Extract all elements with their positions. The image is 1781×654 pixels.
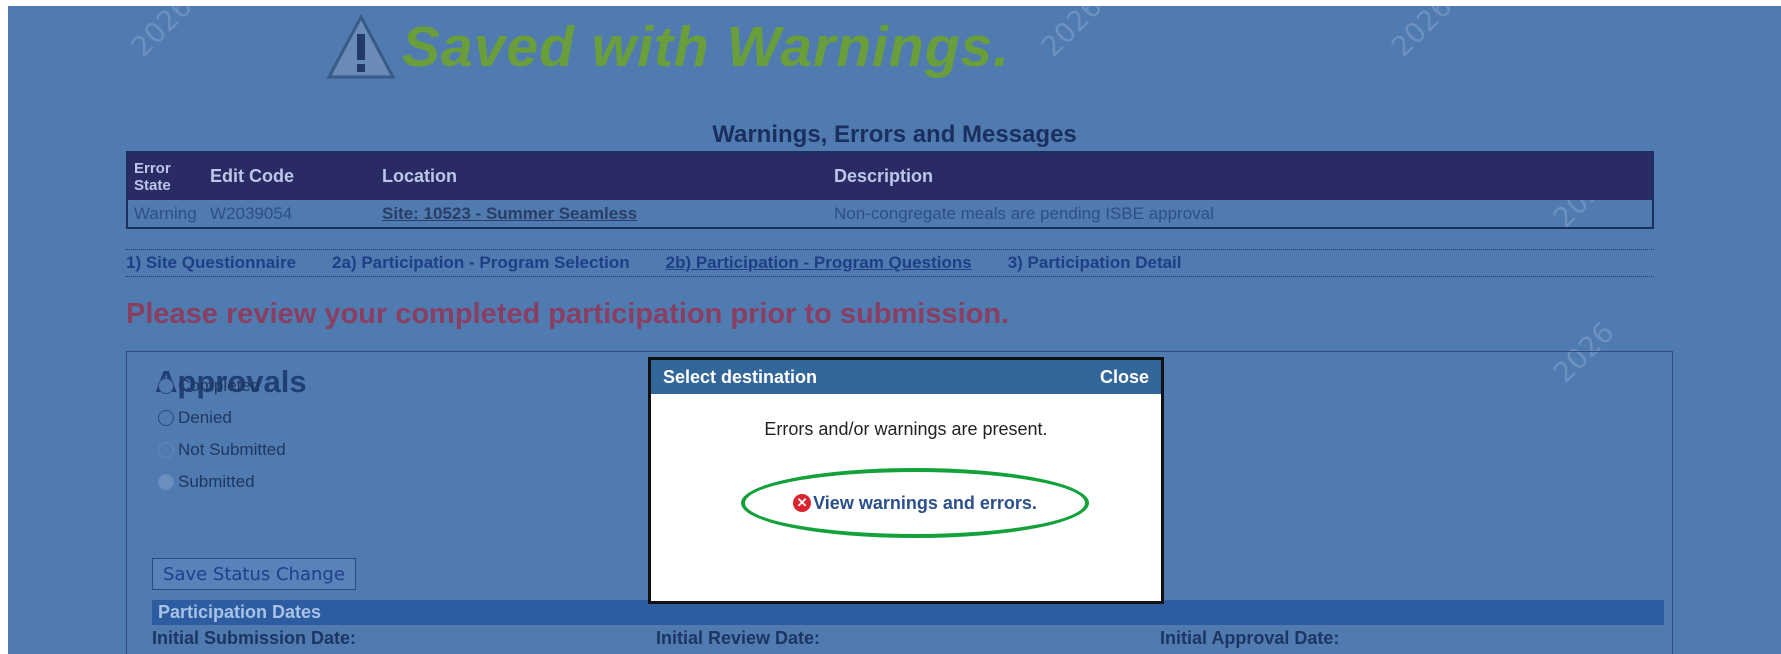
dialog-message: Errors and/or warnings are present. xyxy=(764,419,1048,439)
cell-description: Non-congregate meals are pending ISBE ap… xyxy=(834,203,1214,223)
tab-program-selection[interactable]: 2a) Participation - Program Selection xyxy=(332,253,630,273)
messages-title: Warnings, Errors and Messages xyxy=(712,121,1077,148)
initial-review-date-label: Initial Review Date: xyxy=(656,628,821,648)
radio-label: Denied xyxy=(178,408,232,427)
radio-circle xyxy=(158,442,174,458)
table-row: Warning W2039054 Site: 10523 - Summer Se… xyxy=(127,200,1653,228)
step-tabs: 1) Site Questionnaire 2a) Participation … xyxy=(126,249,1654,277)
column-header-location: Location xyxy=(382,166,457,186)
watermark: 2026 xyxy=(124,6,199,64)
initial-submission-date-label: Initial Submission Date: xyxy=(152,628,357,648)
dialog-title: Select destination xyxy=(663,366,818,387)
close-button[interactable]: Close xyxy=(1100,367,1149,388)
radio-denied[interactable]: Denied xyxy=(158,408,232,428)
radio-completed[interactable]: Completed xyxy=(158,376,260,396)
view-warnings-link-label: View warnings and errors. xyxy=(813,492,1037,513)
review-heading: Please review your completed participati… xyxy=(126,298,1010,330)
dialog-header: Select destination Close xyxy=(651,360,1161,394)
column-header-state: Error State xyxy=(134,159,171,194)
watermark: 2026 xyxy=(1034,6,1109,64)
tab-participation-detail[interactable]: 3) Participation Detail xyxy=(1008,253,1182,273)
page-background: 2026 2026 2026 2026 2026 Saved with Warn… xyxy=(8,6,1781,654)
banner-text: Saved with Warnings. xyxy=(402,15,1011,79)
radio-not-submitted: Not Submitted xyxy=(158,440,286,460)
saved-with-warnings-banner: Saved with Warnings. xyxy=(326,12,1010,82)
column-header-description: Description xyxy=(834,166,934,186)
cell-state: Warning xyxy=(134,203,197,223)
tab-site-questionnaire[interactable]: 1) Site Questionnaire xyxy=(126,253,296,273)
watermark: 2026 xyxy=(1384,6,1459,64)
radio-submitted: Submitted xyxy=(158,472,255,492)
select-destination-dialog: Select destination Close Errors and/or w… xyxy=(648,357,1164,604)
location-link[interactable]: Site: 10523 - Summer Seamless xyxy=(376,200,828,228)
tab-program-questions[interactable]: 2b) Participation - Program Questions xyxy=(666,253,972,273)
cell-edit-code: W2039054 xyxy=(210,203,293,223)
column-header-edit-code: Edit Code xyxy=(210,166,294,186)
radio-label: Not Submitted xyxy=(178,440,286,459)
error-icon: ✕ xyxy=(793,494,812,512)
highlight-ellipse: ✕ View warnings and errors. xyxy=(741,468,1089,538)
view-warnings-link[interactable]: ✕ View warnings and errors. xyxy=(793,493,1037,514)
radio-circle[interactable] xyxy=(158,410,174,426)
radio-label: Submitted xyxy=(178,472,255,491)
warning-icon xyxy=(326,14,396,79)
radio-circle xyxy=(158,474,174,490)
radio-label: Completed xyxy=(178,376,261,395)
initial-approval-date-label: Initial Approval Date: xyxy=(1160,628,1340,648)
messages-table: Error State Edit Code Location Descripti… xyxy=(126,151,1654,229)
messages-header-row: Error State Edit Code Location Descripti… xyxy=(127,152,1653,200)
save-status-change-button[interactable]: Save Status Change xyxy=(152,558,356,590)
radio-circle[interactable] xyxy=(158,378,174,394)
